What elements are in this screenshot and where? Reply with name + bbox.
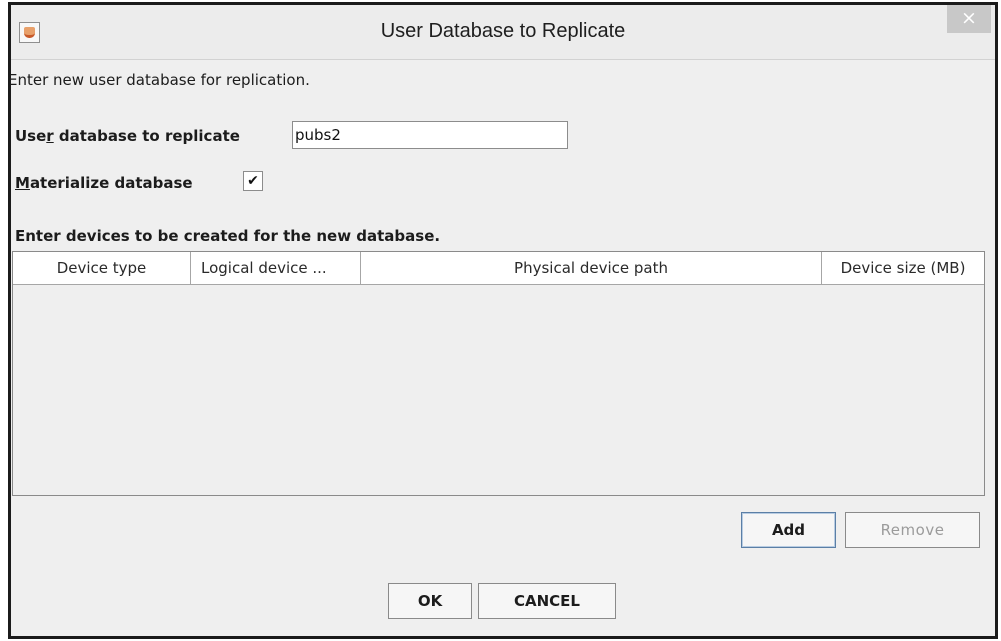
title-bar[interactable]: User Database to Replicate × — [11, 5, 995, 60]
devices-label: Enter devices to be created for the new … — [15, 227, 441, 245]
dialog-title: User Database to Replicate — [380, 20, 626, 42]
column-device-type[interactable]: Device type — [13, 252, 191, 284]
materialize-label: Materialize database — [15, 174, 193, 192]
close-button[interactable]: × — [947, 5, 991, 33]
db-label: User database to replicate — [15, 127, 240, 145]
ok-button[interactable]: OK — [388, 583, 472, 619]
materialize-checkbox[interactable]: ✔ — [243, 171, 263, 191]
db-label-pre: Use — [15, 127, 47, 145]
cancel-button[interactable]: CANCEL — [478, 583, 616, 619]
devices-table[interactable]: Device type Logical device ... Physical … — [12, 251, 985, 496]
user-database-input[interactable] — [292, 121, 568, 149]
materialize-label-rest: aterialize database — [29, 174, 193, 192]
table-header: Device type Logical device ... Physical … — [13, 252, 984, 285]
materialize-label-mnemonic: M — [15, 174, 30, 192]
description-text: Enter new user database for replication. — [8, 71, 310, 89]
column-device-size[interactable]: Device size (MB) — [822, 252, 984, 284]
column-physical-device-path[interactable]: Physical device path — [361, 252, 822, 284]
add-button[interactable]: Add — [741, 512, 836, 548]
column-logical-device[interactable]: Logical device ... — [191, 252, 361, 284]
remove-button[interactable]: Remove — [845, 512, 980, 548]
db-label-post: database to replicate — [53, 127, 240, 145]
db-label-mnemonic: r — [46, 127, 54, 145]
